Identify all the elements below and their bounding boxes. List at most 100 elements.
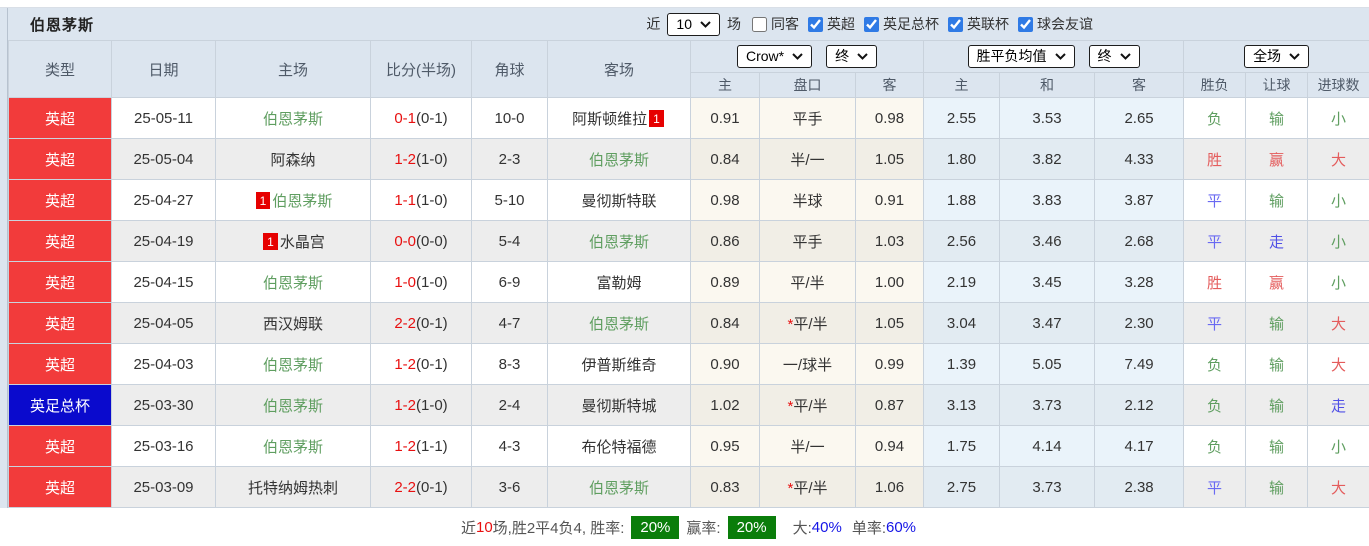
friendly-checkbox[interactable] (1018, 16, 1033, 32)
cell-result-goals: 大 (1307, 302, 1369, 344)
cell-mean-away: 2.30 (1094, 302, 1185, 344)
big-value: 40% (811, 518, 842, 536)
team-name: 伯恩茅斯 (588, 479, 649, 497)
cell-result-handicap: 走 (1245, 220, 1309, 262)
cell-mean-home: 1.80 (923, 138, 1001, 180)
fulltime-score: 2-2 (394, 478, 416, 496)
cell-score: 2-2(0-1) (370, 302, 472, 344)
cell-corner-score: 8-3 (471, 343, 548, 385)
recent-count-select[interactable]: 10 (667, 12, 720, 36)
header-group-row: 类型 日期 主场 比分(半场) 角球 客场 Crow* 终 胜平负均值 终 全场 (8, 40, 1369, 98)
recent-label: 近 (646, 16, 661, 32)
cell-corner-score: 4-7 (471, 302, 548, 344)
cell-mean-draw: 3.53 (999, 97, 1096, 139)
cell-mean-draw: 4.14 (999, 425, 1096, 467)
cell-mean-away: 2.65 (1094, 97, 1185, 139)
filter-checkbox-friendly[interactable]: 球会友谊 (1014, 14, 1093, 34)
cell-home-team: 1 水晶宫 (215, 220, 371, 262)
team-name: 伯恩茅斯 (262, 356, 323, 374)
cell-away-team: 伯恩茅斯 (547, 302, 691, 344)
cell-match-type: 英超 (8, 466, 112, 508)
cell-result-handicap: 赢 (1245, 261, 1309, 303)
halftime-score: (1-0) (416, 191, 448, 209)
filter-checkbox-fa-cup[interactable]: 英足总杯 (860, 14, 939, 34)
cell-match-type: 英超 (8, 425, 112, 467)
table-row: 英足总杯 25-03-30 伯恩茅斯 1-2(1-0) 2-4 曼彻斯特城 1.… (8, 384, 1369, 426)
result-group-header: 全场 (1183, 40, 1369, 73)
cell-handicap: 半/一 (759, 138, 856, 180)
star-marker: * (787, 315, 794, 333)
col-header-type: 类型 (8, 40, 112, 98)
single-value: 60% (885, 518, 917, 536)
team-name: 伯恩茅斯 (272, 192, 333, 210)
red-card-badge: 1 (255, 192, 271, 209)
cell-odds-home: 0.84 (690, 302, 760, 344)
cell-corner-score: 6-9 (471, 261, 548, 303)
page-title: 伯恩茅斯 (30, 16, 95, 34)
cell-result-goals: 大 (1307, 466, 1369, 508)
chevron-down-icon (1119, 53, 1131, 60)
cell-mean-draw: 3.73 (999, 466, 1096, 508)
cell-home-team: 伯恩茅斯 (215, 261, 371, 303)
title-bar: 伯恩茅斯 近 10 场 同客 英超 英足总杯 英联杯 球会友谊 (8, 8, 1369, 40)
table-row: 英超 25-05-04 阿森纳 1-2(1-0) 2-3 伯恩茅斯 0.84 半… (8, 138, 1369, 180)
cell-mean-home: 3.04 (923, 302, 1001, 344)
league-cup-checkbox[interactable] (948, 16, 963, 32)
cell-mean-draw: 3.83 (999, 179, 1096, 221)
odds-rate-badge: 20% (727, 515, 776, 539)
team-name: 曼彻斯特联 (581, 192, 657, 210)
top-strip (0, 0, 1369, 8)
cell-result-handicap: 输 (1245, 466, 1309, 508)
chevron-down-icon (857, 53, 868, 60)
cell-away-team: 阿斯顿维拉 1 (547, 97, 691, 139)
cell-mean-home: 2.75 (923, 466, 1001, 508)
filter-checkbox-same-away[interactable]: 同客 (748, 14, 799, 34)
cell-result-outcome: 负 (1183, 343, 1247, 385)
team-name: 伯恩茅斯 (588, 233, 649, 251)
cell-match-type: 英超 (8, 179, 112, 221)
cell-odds-away: 1.05 (854, 138, 925, 180)
mean-type-select[interactable]: 胜平负均值 (967, 45, 1075, 68)
mean-time-select[interactable]: 终 (1088, 45, 1140, 68)
cell-corner-score: 4-3 (471, 425, 548, 467)
cell-date: 25-03-30 (111, 384, 216, 426)
cell-home-team: 伯恩茅斯 (215, 97, 371, 139)
cell-away-team: 伯恩茅斯 (547, 220, 691, 262)
cell-odds-away: 0.87 (854, 384, 925, 426)
team-name: 伯恩茅斯 (262, 397, 323, 415)
premier-league-checkbox[interactable] (808, 16, 823, 32)
same-away-checkbox[interactable] (752, 16, 767, 32)
fulltime-score: 1-2 (394, 396, 416, 414)
cell-result-goals: 小 (1307, 220, 1369, 262)
cell-result-handicap: 赢 (1245, 138, 1309, 180)
cell-away-team: 伯恩茅斯 (547, 138, 691, 180)
cell-score: 0-0(0-0) (370, 220, 472, 262)
odds-time-select[interactable]: 终 (826, 45, 878, 68)
cell-result-goals: 大 (1307, 138, 1369, 180)
cell-result-outcome: 平 (1183, 179, 1247, 221)
team-name: 西汉姆联 (262, 315, 323, 333)
cell-home-team: 伯恩茅斯 (215, 343, 371, 385)
cell-odds-home: 0.95 (690, 425, 760, 467)
match-history-table: 类型 日期 主场 比分(半场) 角球 客场 Crow* 终 胜平负均值 终 全场… (8, 40, 1369, 508)
left-gutter (0, 8, 8, 508)
big-label: 大: (792, 519, 812, 537)
cell-score: 0-1(0-1) (370, 97, 472, 139)
fa-cup-checkbox[interactable] (864, 16, 879, 32)
cell-mean-home: 2.19 (923, 261, 1001, 303)
fulltime-score: 2-2 (394, 314, 416, 332)
cell-away-team: 曼彻斯特联 (547, 179, 691, 221)
odds-company-select[interactable]: Crow* (736, 45, 813, 68)
col-header-result-goals: 进球数 (1307, 72, 1369, 98)
cell-away-team: 富勒姆 (547, 261, 691, 303)
cell-mean-away: 4.33 (1094, 138, 1185, 180)
cell-mean-draw: 3.46 (999, 220, 1096, 262)
filter-checkbox-league-cup[interactable]: 英联杯 (944, 14, 1009, 34)
fulltime-score: 1-2 (394, 150, 416, 168)
col-header-result-handicap: 让球 (1245, 72, 1309, 98)
cell-date: 25-03-09 (111, 466, 216, 508)
filter-checkbox-premier-league[interactable]: 英超 (804, 14, 855, 34)
scope-select[interactable]: 全场 (1244, 45, 1310, 68)
cell-handicap: 平/半 (759, 261, 856, 303)
table-row: 英超 25-05-11 伯恩茅斯 0-1(0-1) 10-0 阿斯顿维拉 1 0.… (8, 97, 1369, 139)
